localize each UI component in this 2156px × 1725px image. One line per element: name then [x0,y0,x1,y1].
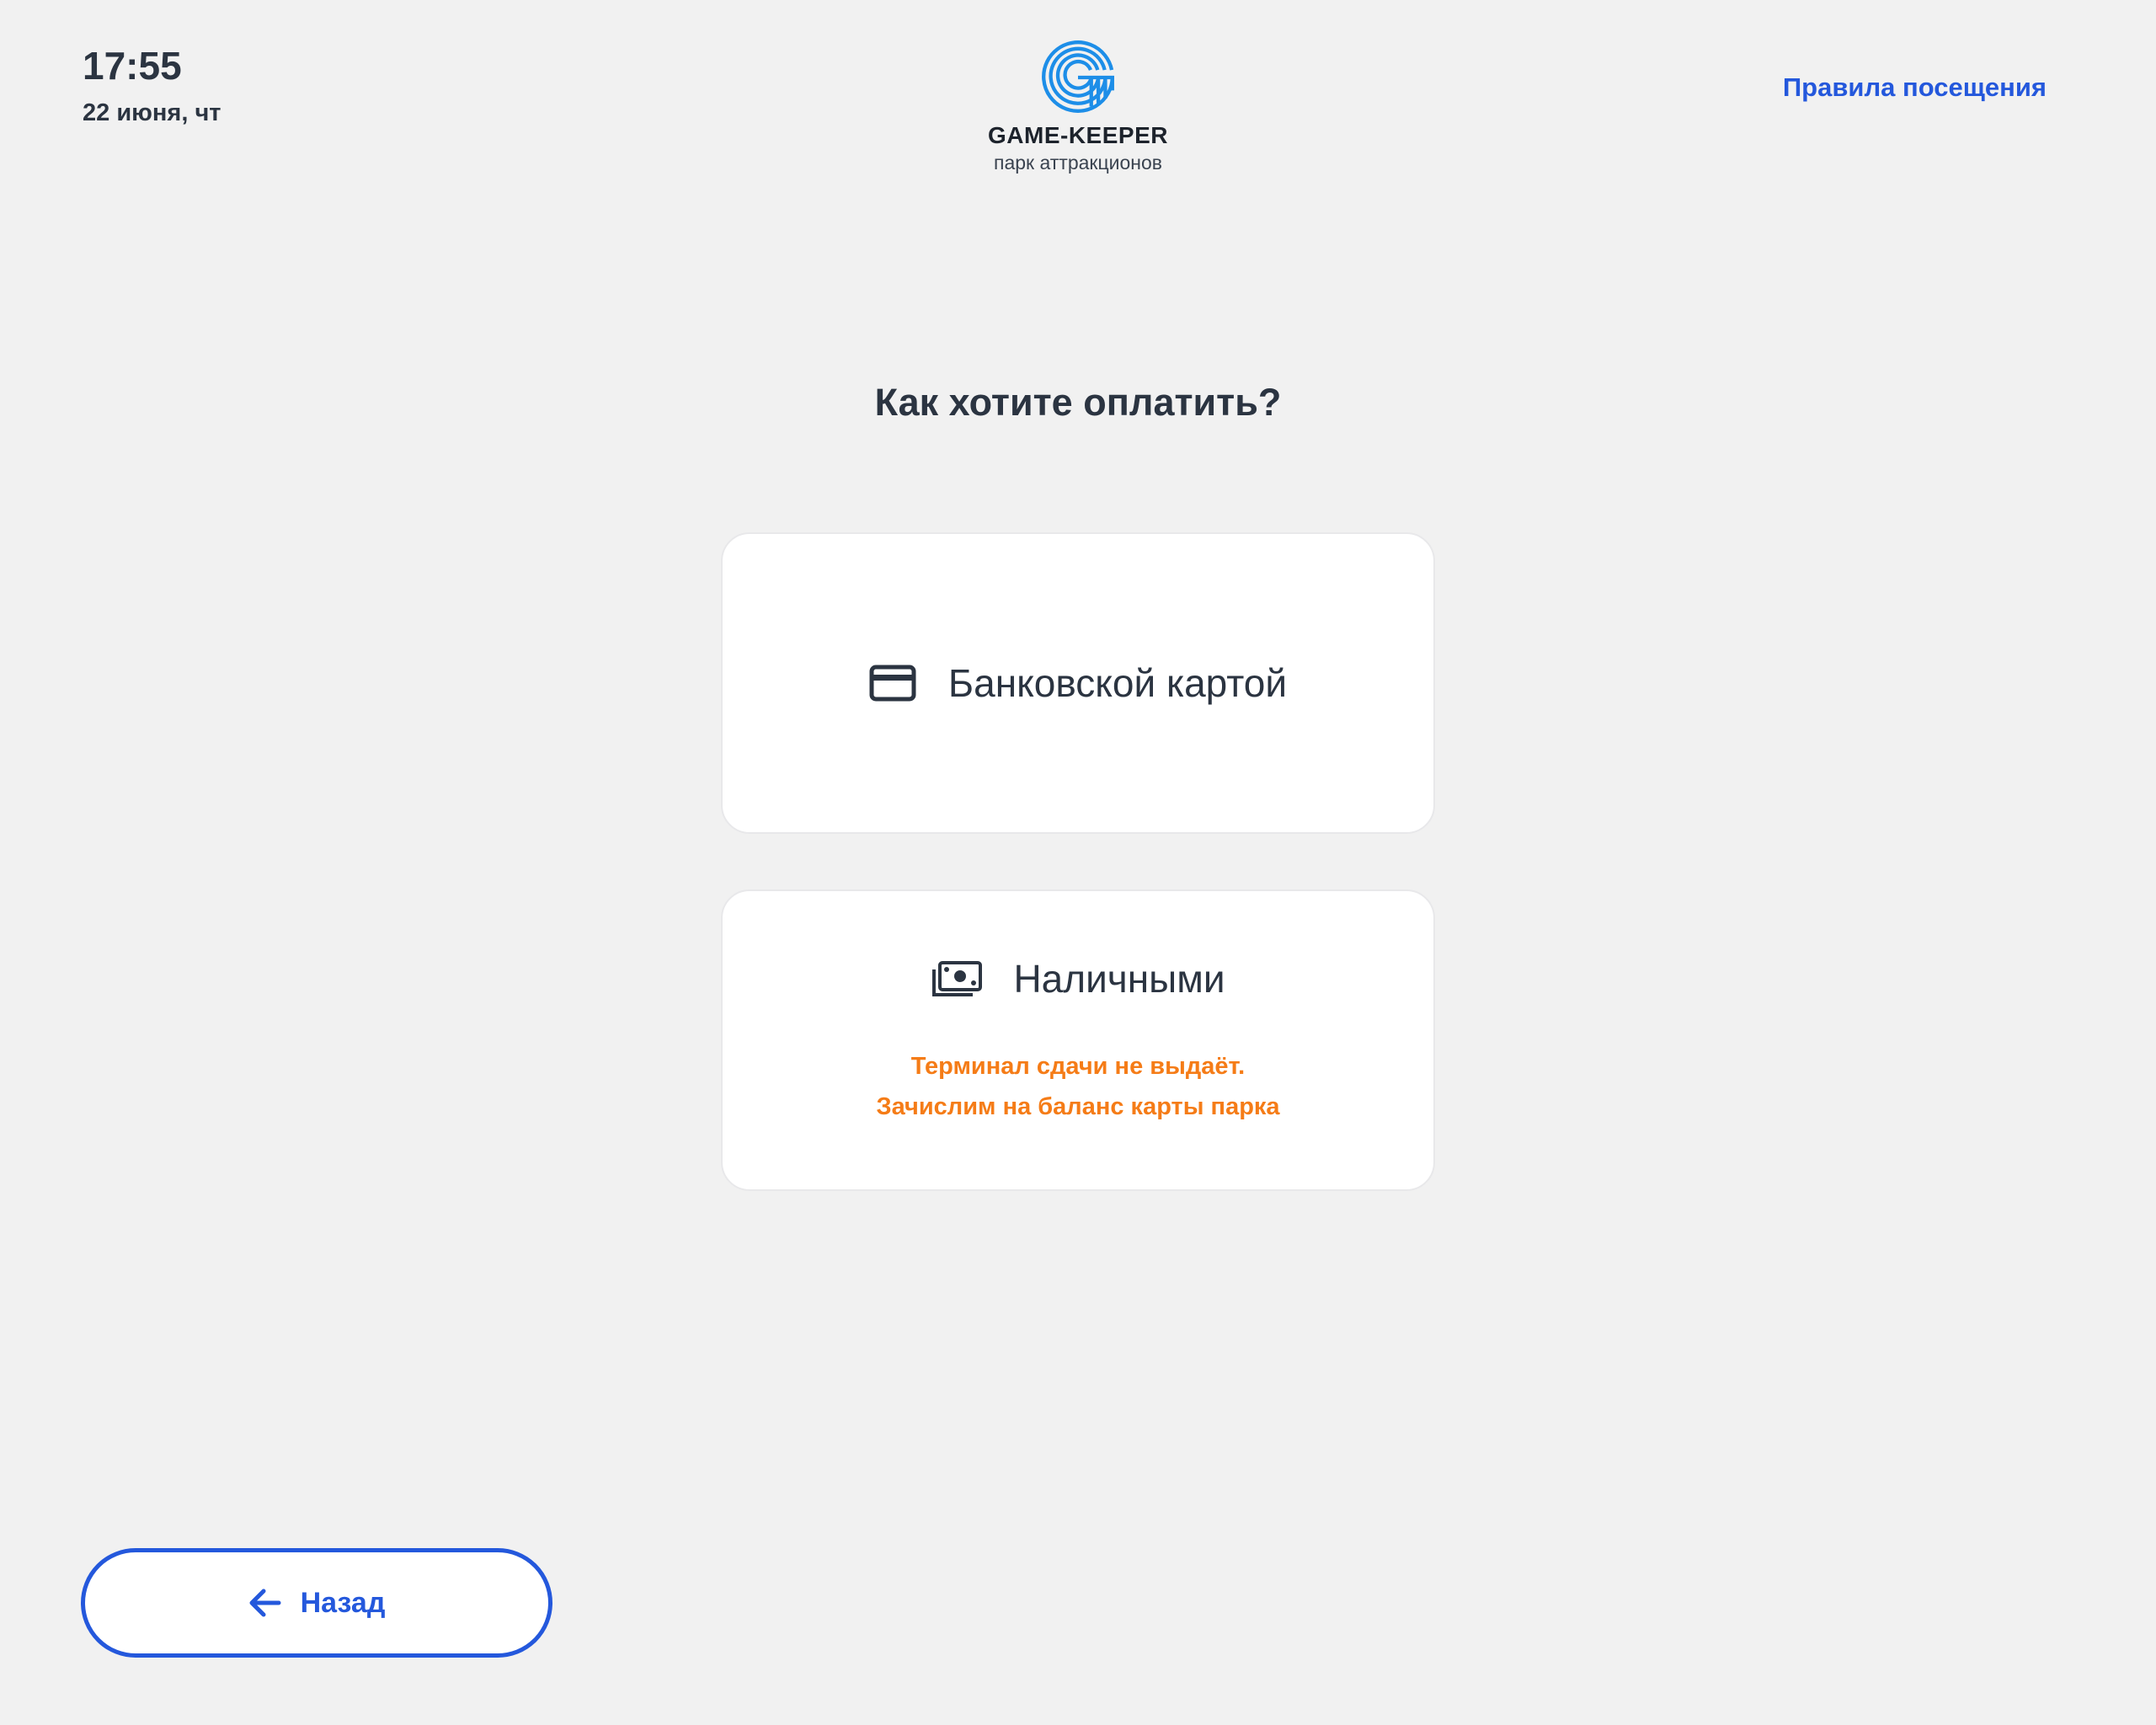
visit-rules-link[interactable]: Правила посещения [1783,71,2047,104]
back-button[interactable]: Назад [81,1548,552,1658]
credit-card-icon [869,665,916,702]
pay-by-card-button[interactable]: Банковской картой [721,532,1435,834]
current-time: 17:55 [83,44,182,88]
cash-icon [932,961,983,996]
current-date: 22 июня, чт [83,99,221,126]
pay-by-card-label: Банковской картой [947,661,1288,705]
game-keeper-logo-icon [1042,40,1115,113]
pay-by-cash-label: Наличными [1013,957,1225,1001]
warning-line: Терминал сдачи не выдаёт. [910,1053,1246,1080]
warning-line: Зачислим на баланс карты парка [876,1093,1280,1120]
pay-by-cash-button[interactable]: Наличными Терминал сдачи не выдаёт. Зачи… [721,889,1435,1191]
park-logo: GAME-KEEPER парк аттракционов [910,37,1246,174]
option-row: Наличными [931,953,1225,1004]
clock: 17:55 22 июня, чт [83,42,221,130]
page-title: Как хотите оплатить? [874,381,1282,424]
back-label: Назад [300,1587,386,1619]
arrow-left-icon [249,1589,281,1617]
no-change-warning: Терминал сдачи не выдаёт. Зачислим на ба… [876,1046,1279,1127]
brand-name: GAME-KEEPER [988,122,1168,148]
option-row: Банковской картой [869,658,1287,708]
brand-tagline: парк аттракционов [993,152,1162,174]
